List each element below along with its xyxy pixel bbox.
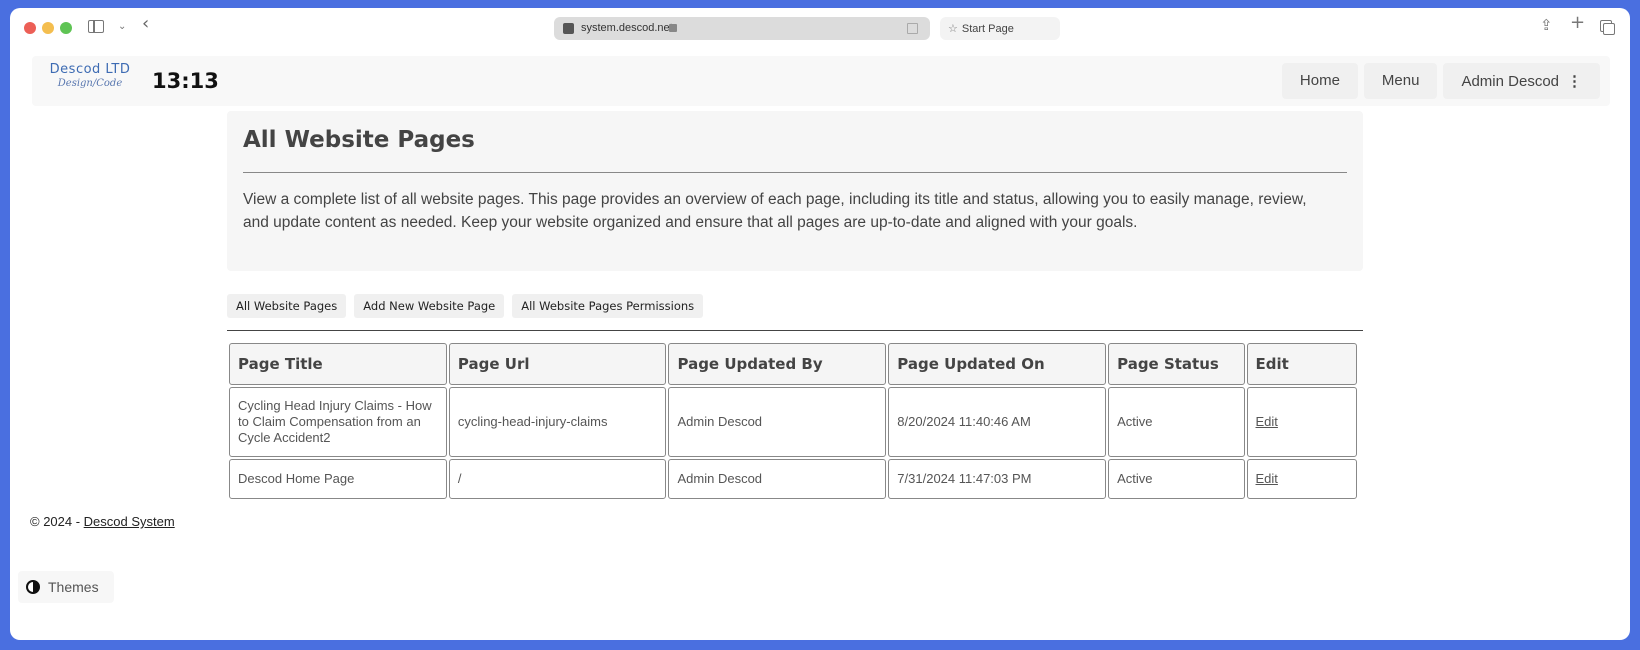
- maximize-window-button[interactable]: [60, 22, 72, 34]
- nav-menu[interactable]: Menu: [1363, 63, 1438, 99]
- footer: © 2024 - Descod System: [30, 514, 175, 529]
- website-pages-permissions-button[interactable]: All Website Pages Permissions: [512, 294, 704, 318]
- new-tab-plus-icon[interactable]: +: [1570, 14, 1585, 32]
- chevron-down-icon[interactable]: ⌄: [118, 20, 126, 34]
- column-header-edit: Edit: [1246, 343, 1357, 385]
- address-bar[interactable]: system.descod.net: [554, 17, 930, 40]
- all-website-pages-button[interactable]: All Website Pages: [227, 294, 347, 318]
- nav-home[interactable]: Home: [1281, 63, 1358, 99]
- table-row: Descod Home Page / Admin Descod 7/31/202…: [229, 459, 1357, 499]
- star-icon: ☆: [948, 23, 958, 35]
- cell-page-url: /: [448, 459, 667, 499]
- cell-edit: Edit: [1246, 459, 1357, 499]
- nav-user-label: Admin Descod: [1461, 73, 1559, 90]
- column-header-updated-by: Page Updated By: [668, 343, 887, 385]
- cell-status: Active: [1108, 459, 1245, 499]
- cell-page-title: Descod Home Page: [229, 459, 447, 499]
- minimize-window-button[interactable]: [42, 22, 54, 34]
- themes-label: Themes: [48, 579, 99, 595]
- browser-window: ⌄ ‹ system.descod.net ☆ Start Page ⇪ + De…: [10, 8, 1630, 640]
- share-icon[interactable]: ⇪: [1540, 18, 1553, 33]
- sub-navigation: All Website Pages Add New Website Page A…: [227, 294, 704, 318]
- sidebar-toggle-icon[interactable]: [88, 20, 104, 33]
- section-divider: [227, 330, 1363, 331]
- back-arrow-icon[interactable]: ‹: [142, 15, 149, 33]
- copyright-text: © 2024 -: [30, 514, 84, 529]
- footer-system-link[interactable]: Descod System: [84, 514, 175, 529]
- top-nav: Home Menu Admin Descod ⋮: [1281, 63, 1600, 99]
- table-header-row: Page Title Page Url Page Updated By Page…: [229, 343, 1357, 385]
- cell-edit: Edit: [1246, 387, 1357, 457]
- edit-link[interactable]: Edit: [1256, 471, 1278, 486]
- cell-page-title: Cycling Head Injury Claims - How to Clai…: [229, 387, 447, 457]
- cell-updated-by: Admin Descod: [668, 459, 887, 499]
- site-favicon-icon: [563, 23, 574, 34]
- themes-button[interactable]: Themes: [18, 571, 114, 603]
- column-header-status: Page Status: [1108, 343, 1245, 385]
- start-page-tab[interactable]: ☆ Start Page: [940, 17, 1060, 40]
- close-window-button[interactable]: [24, 22, 36, 34]
- kebab-menu-icon: ⋮: [1567, 73, 1582, 90]
- cell-updated-on: 7/31/2024 11:47:03 PM: [888, 459, 1107, 499]
- url-text: system.descod.net: [581, 22, 673, 34]
- cell-updated-by: Admin Descod: [668, 387, 887, 457]
- app-header: Descod LTD Design/Code 13:13 Home Menu A…: [32, 56, 1610, 106]
- nav-menu-label: Menu: [1381, 72, 1420, 89]
- cell-page-url: cycling-head-injury-claims: [448, 387, 667, 457]
- nav-home-label: Home: [1299, 72, 1340, 89]
- title-divider: [243, 172, 1347, 173]
- edit-link[interactable]: Edit: [1256, 414, 1278, 429]
- tab-overview-icon[interactable]: [1600, 20, 1615, 35]
- column-header-page-url: Page Url: [448, 343, 667, 385]
- logo[interactable]: Descod LTD Design/Code: [40, 62, 140, 100]
- column-header-page-title: Page Title: [229, 343, 447, 385]
- logo-main-text: Descod LTD: [49, 62, 131, 77]
- cell-status: Active: [1108, 387, 1245, 457]
- nav-user-menu[interactable]: Admin Descod ⋮: [1443, 63, 1600, 99]
- page-title: All Website Pages: [243, 127, 475, 153]
- pages-table: Page Title Page Url Page Updated By Page…: [227, 341, 1359, 501]
- lock-icon: [669, 24, 677, 32]
- reader-view-icon[interactable]: [907, 23, 918, 34]
- browser-toolbar: ⌄ ‹ system.descod.net ☆ Start Page ⇪ +: [10, 8, 1630, 48]
- contrast-icon: [26, 580, 40, 594]
- cell-updated-on: 8/20/2024 11:40:46 AM: [888, 387, 1107, 457]
- table-row: Cycling Head Injury Claims - How to Clai…: [229, 387, 1357, 457]
- page-description: View a complete list of all website page…: [243, 191, 1307, 231]
- intro-panel: All Website Pages View a complete list o…: [227, 111, 1363, 271]
- logo-sub-text: Design/Code: [57, 78, 123, 89]
- add-new-website-page-button[interactable]: Add New Website Page: [354, 294, 505, 318]
- start-page-label: Start Page: [961, 23, 1014, 35]
- column-header-updated-on: Page Updated On: [888, 343, 1107, 385]
- clock: 13:13: [152, 69, 219, 93]
